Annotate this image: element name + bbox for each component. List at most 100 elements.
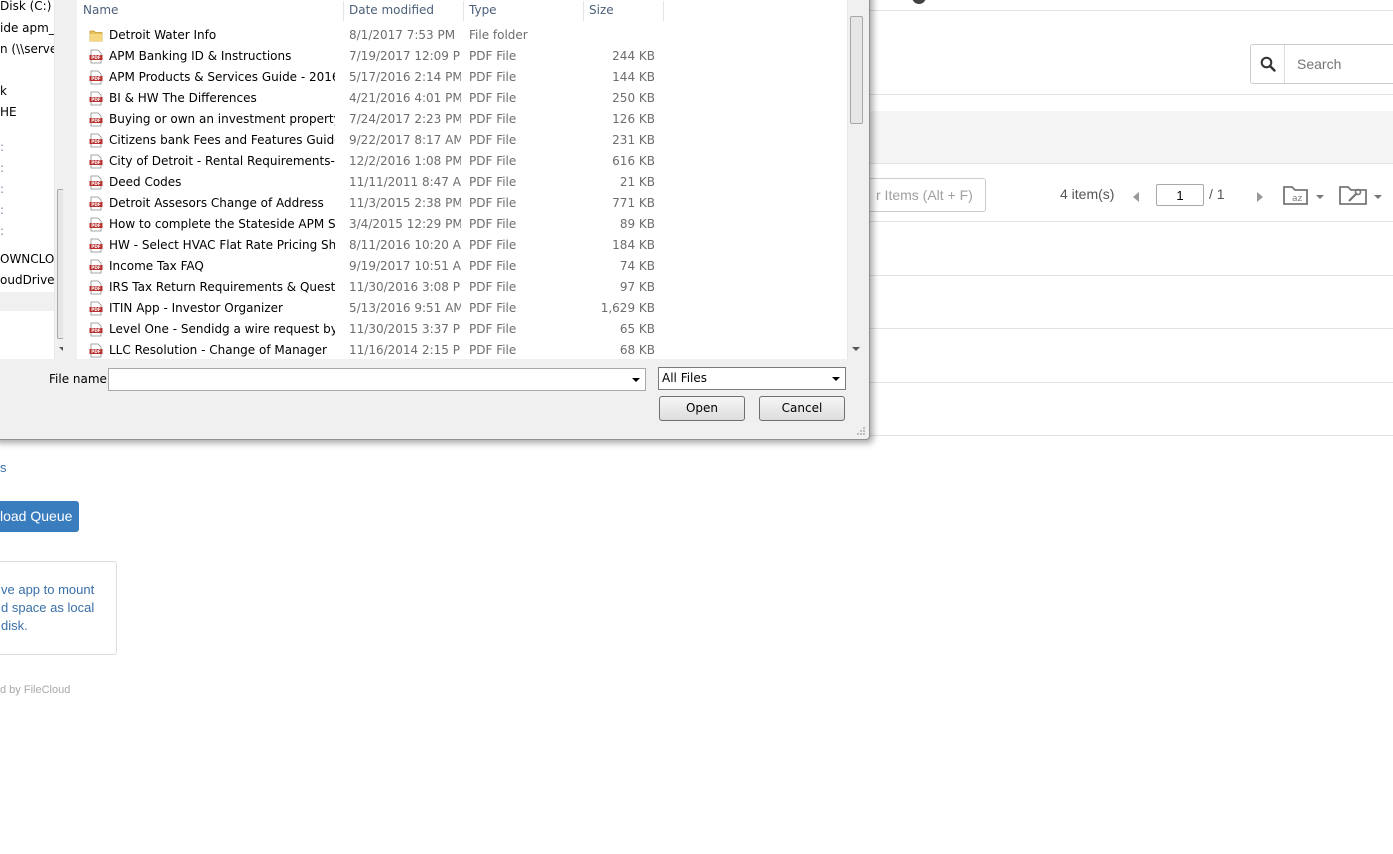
nav-scroll-thumb[interactable] bbox=[57, 189, 63, 339]
cancel-button[interactable]: Cancel bbox=[759, 396, 845, 421]
file-list[interactable]: Name Date modified Type Size Detroit Wat… bbox=[77, 0, 847, 359]
sort-folder-icon[interactable]: az bbox=[1282, 183, 1326, 212]
file-size: 1,629 KB bbox=[600, 301, 655, 315]
file-list-scroll-thumb[interactable] bbox=[850, 16, 863, 124]
file-name: LLC Resolution - Change of Manager bbox=[109, 343, 327, 357]
nav-item-c[interactable]: : bbox=[0, 182, 4, 196]
pdf-icon: PDF bbox=[89, 154, 103, 169]
svg-text:PDF: PDF bbox=[91, 328, 101, 333]
pdf-icon: PDF bbox=[89, 112, 103, 127]
file-row[interactable]: PDF ITIN App - Investor Organizer 5/13/201… bbox=[77, 298, 837, 319]
nav-scrollbar[interactable] bbox=[54, 0, 63, 359]
upload-queue-button[interactable]: load Queue bbox=[0, 501, 79, 532]
nav-item-a[interactable]: : bbox=[0, 140, 4, 154]
scroll-down-icon[interactable] bbox=[852, 347, 860, 351]
file-list-scrollbar[interactable] bbox=[847, 0, 864, 359]
drive-promo-line-2: d space as local bbox=[1, 600, 95, 615]
file-row[interactable]: PDF APM Banking ID & Instructions 7/19/201… bbox=[77, 46, 837, 67]
column-type-label: Type bbox=[469, 3, 497, 17]
file-row[interactable]: PDF HW - Select HVAC Flat Rate Pricing Sh… bbox=[77, 235, 837, 256]
file-row[interactable]: PDF Detroit Assesors Change of Address 11/… bbox=[77, 193, 837, 214]
file-row[interactable]: PDF Level One - Sendidg a wire request by… bbox=[77, 319, 837, 340]
file-date-modified: 8/1/2017 7:53 PM bbox=[349, 28, 456, 42]
list-divider-1 bbox=[860, 221, 1393, 222]
column-size-label: Size bbox=[589, 3, 614, 17]
pdf-icon: PDF bbox=[89, 322, 103, 337]
file-size: 21 KB bbox=[619, 175, 655, 189]
file-name-dropdown-icon[interactable] bbox=[632, 378, 640, 382]
nav-item-clouddrive[interactable]: oudDrive bbox=[0, 273, 55, 287]
file-row[interactable]: Detroit Water Info 8/1/2017 7:53 PM File f… bbox=[77, 25, 837, 46]
file-name: IRS Tax Return Requirements & Question..… bbox=[109, 280, 335, 294]
svg-text:az: az bbox=[1292, 194, 1303, 204]
powered-by: d by FileCloud bbox=[0, 684, 71, 696]
search-input[interactable] bbox=[1297, 56, 1387, 72]
svg-text:PDF: PDF bbox=[91, 265, 101, 270]
prev-page-icon[interactable] bbox=[1133, 192, 1139, 202]
nav-item-e[interactable]: : bbox=[0, 224, 4, 238]
svg-text:PDF: PDF bbox=[91, 286, 101, 291]
svg-text:PDF: PDF bbox=[91, 139, 101, 144]
file-row[interactable]: PDF Deed Codes 11/11/2011 8:47 AM PDF File 2… bbox=[77, 172, 837, 193]
sidebar-link[interactable]: s bbox=[0, 460, 7, 475]
open-button[interactable]: Open bbox=[659, 396, 745, 421]
file-name: Deed Codes bbox=[109, 175, 182, 189]
column-header-date[interactable]: Date modified bbox=[343, 1, 463, 21]
file-type-filter-select[interactable]: All Files bbox=[658, 367, 846, 390]
svg-text:PDF: PDF bbox=[91, 349, 101, 354]
file-size: 97 KB bbox=[619, 280, 655, 294]
pdf-icon: PDF bbox=[89, 259, 103, 274]
page-number-input[interactable] bbox=[1156, 184, 1204, 206]
file-row[interactable]: PDF Income Tax FAQ 9/19/2017 10:51 AM PDF F… bbox=[77, 256, 837, 277]
file-type-dropdown-icon[interactable] bbox=[832, 377, 840, 381]
search-box[interactable] bbox=[1250, 44, 1393, 84]
file-date-modified: 12/2/2016 1:08 PM bbox=[349, 154, 461, 168]
nav-scroll-down-icon[interactable] bbox=[59, 347, 63, 351]
file-type: PDF File bbox=[469, 238, 517, 252]
file-name: City of Detroit - Rental Requirements-1 bbox=[109, 154, 335, 168]
pdf-icon: PDF bbox=[89, 133, 103, 148]
header-divider bbox=[860, 94, 1393, 95]
file-row[interactable]: PDF Buying or own an investment property 7… bbox=[77, 109, 837, 130]
svg-text:PDF: PDF bbox=[91, 202, 101, 207]
nav-item-d[interactable]: : bbox=[0, 203, 4, 217]
list-divider-2 bbox=[860, 275, 1393, 276]
file-name-label: File name: bbox=[49, 372, 111, 386]
file-size: 89 KB bbox=[619, 217, 655, 231]
file-type: PDF File bbox=[469, 301, 517, 315]
column-header-type[interactable]: Type bbox=[463, 1, 583, 21]
file-name: HW - Select HVAC Flat Rate Pricing Sheet bbox=[109, 238, 335, 252]
file-type: PDF File bbox=[469, 322, 517, 336]
svg-text:PDF: PDF bbox=[91, 55, 101, 60]
file-date-modified: 11/30/2015 3:37 PM bbox=[349, 322, 461, 336]
column-header-size[interactable]: Size bbox=[583, 1, 663, 21]
file-row[interactable]: PDF LLC Resolution - Change of Manager 11/… bbox=[77, 340, 837, 359]
file-type: File folder bbox=[469, 28, 528, 42]
file-row[interactable]: PDF City of Detroit - Rental Requirements… bbox=[77, 151, 837, 172]
drive-app-promo[interactable]: ve app to mount d space as local disk. bbox=[0, 561, 117, 655]
folder-tools-icon[interactable] bbox=[1338, 183, 1386, 212]
svg-text:PDF: PDF bbox=[91, 118, 101, 123]
file-row[interactable]: PDF IRS Tax Return Requirements & Questio… bbox=[77, 277, 837, 298]
file-row[interactable]: PDF Citizens bank Fees and Features Guide… bbox=[77, 130, 837, 151]
filter-items-input[interactable]: r Items (Alt + F) bbox=[860, 178, 986, 212]
navigation-pane[interactable]: Disk (C:) ide apm_E: n (\\server\S k HE … bbox=[0, 0, 63, 359]
nav-item-b[interactable]: : bbox=[0, 161, 4, 175]
nav-item-local-disk[interactable]: Disk (C:) bbox=[0, 0, 51, 13]
file-name: BI & HW The Differences bbox=[109, 91, 257, 105]
file-row[interactable]: PDF BI & HW The Differences 4/21/2016 4:01… bbox=[77, 88, 837, 109]
file-open-dialog: Disk (C:) ide apm_E: n (\\server\S k HE … bbox=[0, 0, 870, 440]
file-row[interactable]: PDF APM Products & Services Guide - 2016 5… bbox=[77, 67, 837, 88]
next-page-icon[interactable] bbox=[1257, 192, 1263, 202]
nav-item-k[interactable]: k bbox=[0, 84, 7, 98]
nav-item-he[interactable]: HE bbox=[0, 105, 17, 119]
resize-grip-icon[interactable] bbox=[856, 426, 866, 436]
file-row[interactable]: PDF How to complete the Stateside APM Ser… bbox=[77, 214, 837, 235]
column-separator[interactable] bbox=[663, 1, 664, 21]
file-date-modified: 11/16/2014 2:15 PM bbox=[349, 343, 461, 357]
list-divider-3 bbox=[860, 328, 1393, 329]
file-size: 144 KB bbox=[612, 70, 655, 84]
file-date-modified: 11/30/2016 3:08 PM bbox=[349, 280, 461, 294]
column-header-name[interactable]: Name bbox=[77, 1, 343, 21]
file-name-combobox[interactable] bbox=[108, 368, 646, 391]
